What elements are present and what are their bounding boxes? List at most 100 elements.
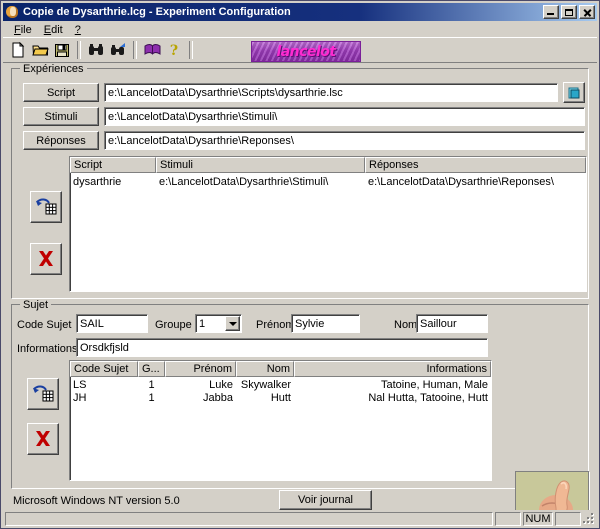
menu-file[interactable]: File [8,23,38,37]
maximize-button[interactable] [561,5,577,19]
column-reponses[interactable]: Réponses [365,157,586,173]
toolbar-separator-1 [77,41,81,59]
column-stimuli[interactable]: Stimuli [156,157,365,173]
informations-label: Informations [17,343,78,355]
cell-nom: Skywalker [240,378,291,391]
cell-code-sujet: JH [73,391,87,404]
cell-informations: Nal Hutta, Tatooine, Hutt [368,391,488,404]
code-sujet-label: Code Sujet [17,319,72,331]
status-panel-caps [495,512,521,526]
title-bar: Copie de Dysarthrie.lcg - Experiment Con… [3,3,597,21]
stimuli-button[interactable]: Stimuli [23,107,99,126]
reponses-path-value: e:\LancelotData\Dysarthrie\Reponses\ [108,134,294,147]
toolbar-separator-3 [189,41,193,59]
add-to-list-icon [33,385,54,402]
client-area: Expériences Script e:\LancelotData\Dysar… [3,63,597,528]
stimuli-path-value: e:\LancelotData\Dysarthrie\Stimuli\ [108,110,278,123]
column-script[interactable]: Script [70,157,156,173]
script-path-input[interactable]: e:\LancelotData\Dysarthrie\Scripts\dysar… [104,83,558,102]
new-document-icon[interactable] [7,40,29,61]
prenom-input[interactable]: Sylvie [291,314,360,333]
script-button-label: Script [46,86,76,99]
cell-reponses: e:\LancelotData\Dysarthrie\Reponses\ [368,175,554,188]
nom-value: Saillour [420,317,457,330]
close-button[interactable] [579,5,595,19]
status-bar: NUM [3,510,597,528]
subject-table-header: Code Sujet G... Prénom Nom Informations [70,361,491,377]
help-question-icon[interactable]: ? [163,40,185,61]
script-button[interactable]: Script [23,83,99,102]
cell-stimuli: e:\LancelotData\Dysarthrie\Stimuli\ [159,175,329,188]
cell-nom: Hutt [270,391,291,404]
save-disk-icon[interactable] [51,40,73,61]
column-code-sujet[interactable]: Code Sujet [70,361,138,377]
nom-label: Nom [394,319,418,331]
column-informations[interactable]: Informations [294,361,491,377]
add-experience-button[interactable] [30,191,62,223]
red-x-icon [39,251,53,266]
informations-input[interactable]: Orsdkfjsld [76,338,488,357]
stimuli-path-input[interactable]: e:\LancelotData\Dysarthrie\Stimuli\ [104,107,585,126]
book-icon[interactable] [141,40,163,61]
lancelot-logo-text: lancelot [276,43,336,60]
add-subject-button[interactable] [27,378,59,410]
cell-groupe: 1 [148,378,155,391]
open-folder-icon[interactable] [29,40,51,61]
prenom-label: Prénom [256,319,295,331]
window-title: Copie de Dysarthrie.lcg - Experiment Con… [23,6,291,18]
cell-code-sujet: LS [73,378,87,391]
chevron-down-icon[interactable] [225,316,240,331]
reponses-path-input[interactable]: e:\LancelotData\Dysarthrie\Reponses\ [104,131,585,150]
window-controls [543,5,595,19]
toolbar-separator-2 [133,41,137,59]
application-window: Copie de Dysarthrie.lcg - Experiment Con… [0,0,600,529]
table-row[interactable]: LS 1 Luke Skywalker Tatoine, Human, Male [70,378,491,391]
os-version-text: Microsoft Windows NT version 5.0 [13,495,180,507]
menu-edit[interactable]: Edit [38,23,69,37]
groupe-label: Groupe [155,319,192,331]
groupe-select[interactable]: 1 [195,314,242,333]
menu-bar: File Edit ? [3,22,597,37]
cell-informations: Tatoine, Human, Male [381,378,488,391]
menu-edit-label: dit [51,23,63,36]
status-panel-scrl [555,512,581,526]
browse-button[interactable] [563,82,585,103]
delete-experience-button[interactable] [30,243,62,275]
stimuli-button-label: Stimuli [44,110,78,123]
cell-groupe: 1 [148,391,155,404]
table-row[interactable]: dysarthrie e:\LancelotData\Dysarthrie\St… [70,175,586,188]
find-next-binoculars-icon[interactable] [107,40,129,61]
experiences-table-header: Script Stimuli Réponses [70,157,586,173]
status-panel-num: NUM [523,512,553,526]
subject-group-title: Sujet [20,299,52,311]
resize-grip-icon[interactable] [583,513,595,525]
toolbar: ? lancelot [3,37,597,63]
app-icon [5,5,19,19]
column-prenom[interactable]: Prénom [165,361,236,377]
minimize-button[interactable] [543,5,559,19]
menu-file-label: ile [20,23,32,36]
code-sujet-input[interactable]: SAIL [76,314,148,333]
experiences-table[interactable]: Script Stimuli Réponses dysarthrie e:\La… [69,156,587,292]
delete-subject-button[interactable] [27,423,59,455]
informations-value: Orsdkfjsld [80,341,129,354]
find-binoculars-icon[interactable] [85,40,107,61]
nom-input[interactable]: Saillour [416,314,488,333]
script-path-value: e:\LancelotData\Dysarthrie\Scripts\dysar… [108,86,343,99]
status-message-panel [5,512,493,526]
reponses-button[interactable]: Réponses [23,131,99,150]
reponses-button-label: Réponses [36,134,86,147]
svg-text:?: ? [170,43,178,58]
folder-open-blue-icon [568,87,580,98]
column-groupe[interactable]: G... [138,361,165,377]
prenom-value: Sylvie [295,317,325,330]
groupe-value: 1 [199,317,206,330]
subject-table[interactable]: Code Sujet G... Prénom Nom Informations … [69,360,492,481]
voir-journal-button[interactable]: Voir journal [279,490,372,510]
table-row[interactable]: JH 1 Jabba Hutt Nal Hutta, Tatooine, Hut… [70,391,491,404]
column-nom[interactable]: Nom [236,361,294,377]
menu-help[interactable]: ? [69,23,87,37]
cell-prenom: Luke [209,378,233,391]
add-to-list-icon [36,198,57,215]
experiences-group-title: Expériences [20,63,87,75]
